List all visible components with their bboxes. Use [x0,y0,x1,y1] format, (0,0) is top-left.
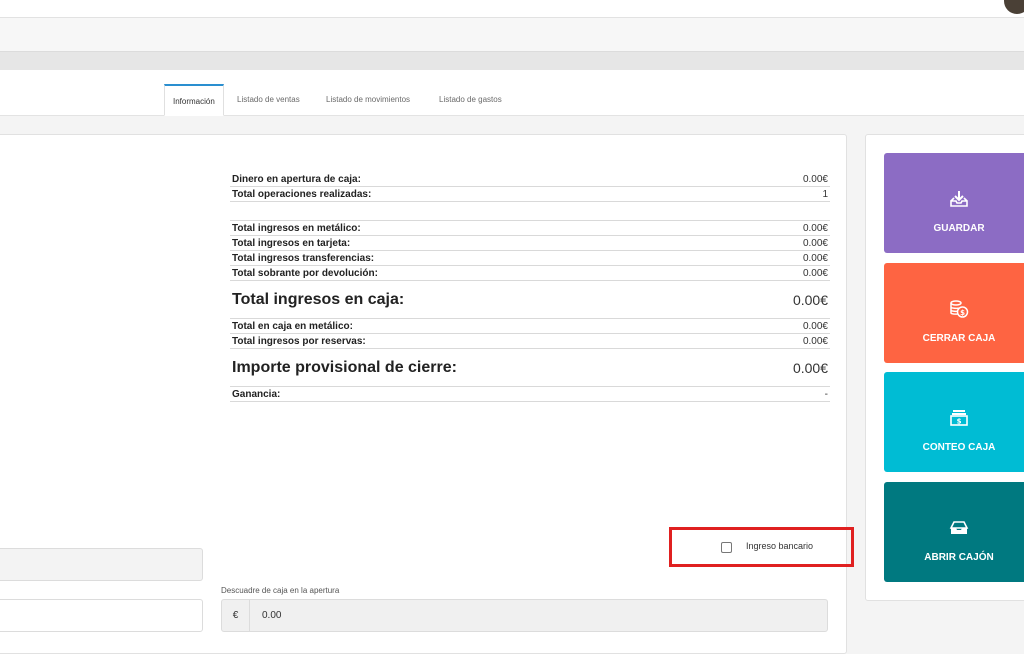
stat-label: Total ingresos por reservas: [232,335,366,347]
stat-row: Total operaciones realizadas: 1 [230,187,830,202]
coins-icon: $ [950,300,969,318]
cash-summary: Dinero en apertura de caja: 0.00€ Total … [230,172,830,402]
stat-row-total: Total ingresos en caja: 0.00€ [230,281,830,319]
tab-listado-movimientos[interactable]: Listado de movimientos [318,84,418,116]
stat-row: Total sobrante por devolución: 0.00€ [230,266,830,281]
currency-addon: € [222,600,250,631]
drawer-icon [949,521,969,534]
left-input-field[interactable] [0,548,203,581]
stat-row: Total en caja en metálico: 0.00€ [230,319,830,334]
stat-value: 0.00€ [802,267,828,279]
stat-row: Total ingresos transferencias: 0.00€ [230,251,830,266]
stat-label: Total ingresos transferencias: [232,252,375,264]
tab-bar: Información Listado de ventas Listado de… [0,70,1024,116]
stat-row: Total ingresos en tarjeta: 0.00€ [230,236,830,251]
left-input-field-2[interactable] [0,599,203,632]
tab-listado-ventas[interactable]: Listado de ventas [229,84,308,116]
subheader-bar [0,52,1024,70]
stat-label: Ganancia: [232,388,281,400]
stat-label: Total ingresos en metálico: [232,222,361,234]
svg-text:$: $ [960,309,965,317]
descuadre-label: Descuadre de caja en la apertura [221,586,340,595]
guardar-label: GUARDAR [933,223,985,234]
stat-row: Total ingresos en metálico: 0.00€ [230,221,830,236]
stat-label: Total ingresos en caja: [232,290,405,308]
save-download-icon [950,191,968,207]
stat-label: Dinero en apertura de caja: [232,173,361,185]
stat-label: Total en caja en metálico: [232,320,353,332]
top-bar [0,0,1024,18]
avatar[interactable] [1004,0,1024,14]
stat-value: 0.00€ [802,335,828,347]
stat-value: 0.00€ [792,291,828,308]
stat-row-total: Importe provisional de cierre: 0.00€ [230,349,830,387]
stat-value: 0.00€ [802,237,828,249]
tab-informacion[interactable]: Información [164,84,224,116]
ingreso-bancario-label[interactable]: Ingreso bancario [746,541,813,551]
conteo-caja-label: CONTEO CAJA [922,442,996,453]
stat-value: 1 [822,188,828,200]
tab-listado-gastos[interactable]: Listado de gastos [431,84,510,116]
stat-value: - [824,388,828,400]
stat-value: 0.00€ [802,252,828,264]
stat-value: 0.00€ [802,320,828,332]
abrir-cajon-button[interactable]: ABRIR CAJÓN [884,482,1024,582]
stat-label: Total operaciones realizadas: [232,188,372,200]
guardar-button[interactable]: GUARDAR [884,153,1024,253]
svg-text:$: $ [957,418,962,426]
descuadre-value[interactable]: 0.00 [262,600,281,631]
descuadre-input[interactable]: € 0.00 [221,599,828,632]
stat-row: Total ingresos por reservas: 0.00€ [230,334,830,349]
abrir-cajon-label: ABRIR CAJÓN [924,552,994,563]
stat-value: 0.00€ [802,173,828,185]
conteo-caja-button[interactable]: $ CONTEO CAJA [884,372,1024,472]
stat-row: Dinero en apertura de caja: 0.00€ [230,172,830,187]
header-bar [0,18,1024,52]
stat-row: Ganancia: - [230,387,830,402]
stat-value: 0.00€ [802,222,828,234]
stat-label: Total ingresos en tarjeta: [232,237,351,249]
stat-value: 0.00€ [792,359,828,376]
cash-stack-icon: $ [950,410,968,426]
divider [230,202,830,221]
stat-label: Total sobrante por devolución: [232,267,378,279]
cerrar-caja-label: CERRAR CAJA [922,333,996,344]
cerrar-caja-button[interactable]: $ CERRAR CAJA [884,263,1024,363]
ingreso-bancario-checkbox[interactable] [721,542,732,553]
stat-label: Importe provisional de cierre: [232,358,457,376]
